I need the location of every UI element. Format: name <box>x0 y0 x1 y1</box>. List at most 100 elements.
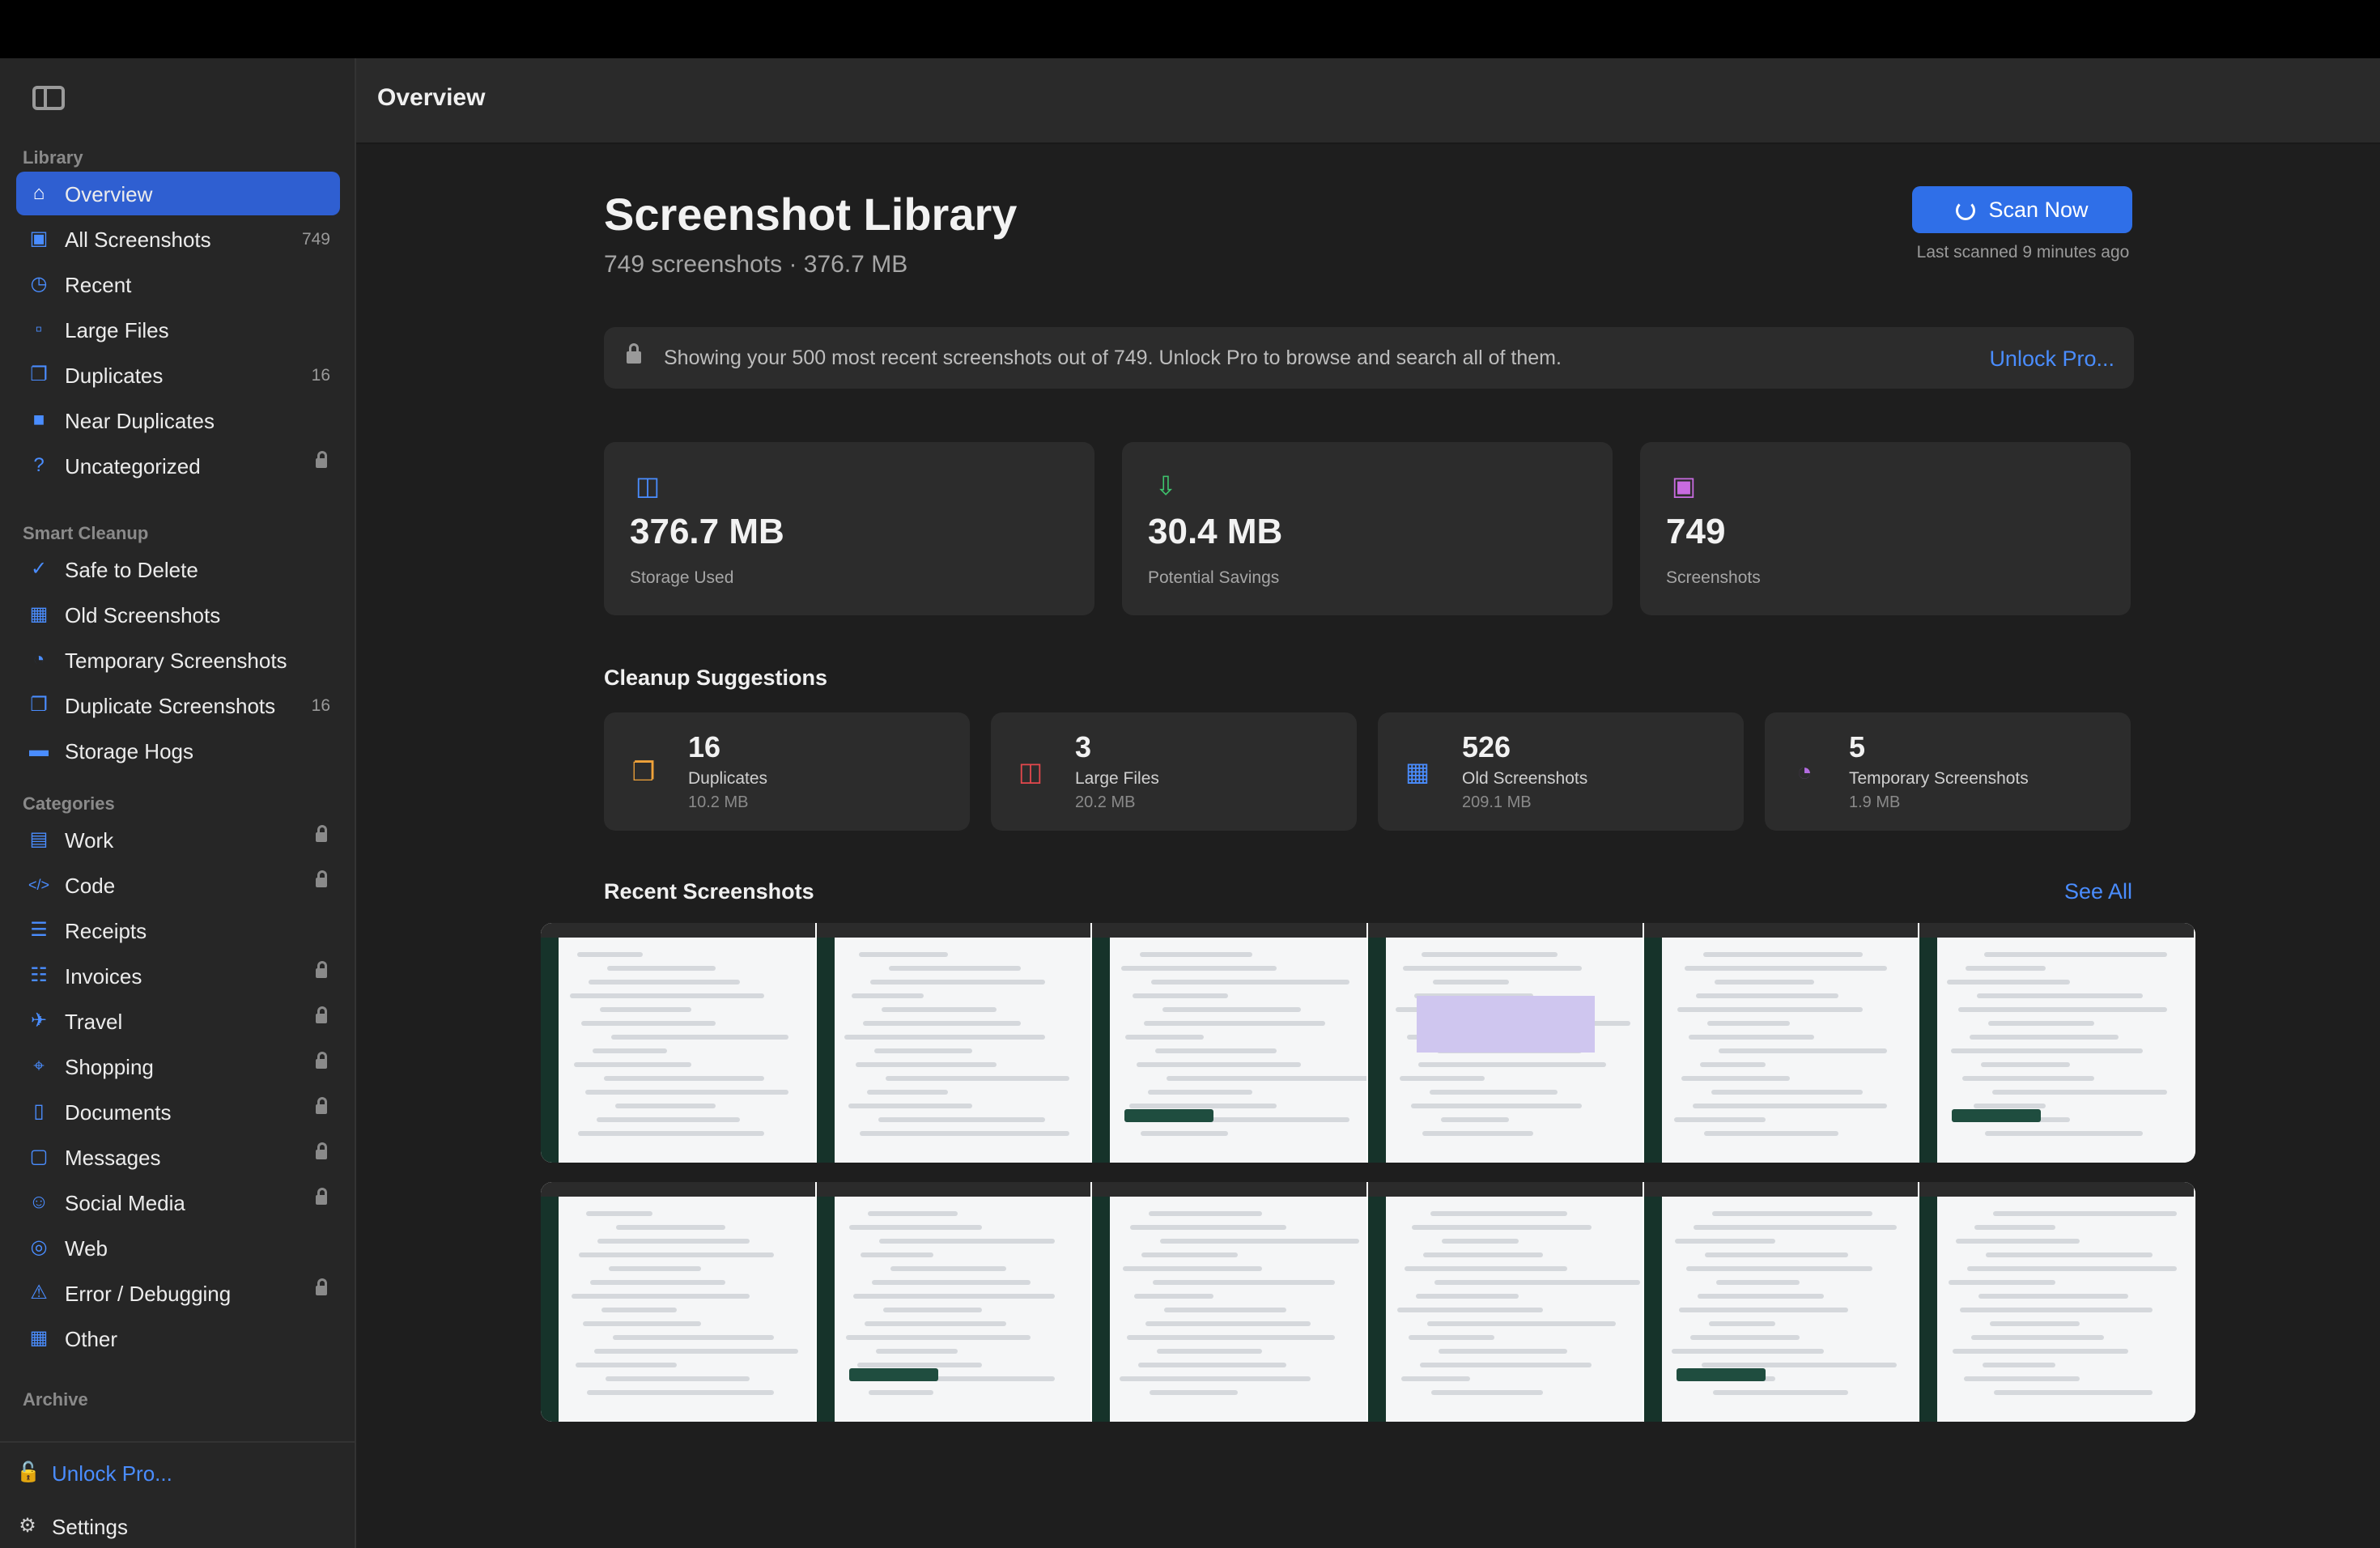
settings-link[interactable]: ⚙ Settings <box>16 1504 340 1545</box>
screenshot-thumbnail[interactable] <box>1368 923 1643 1163</box>
duplicate-icon: ❐ <box>30 364 48 385</box>
screenshot-thumbnail[interactable] <box>1092 923 1366 1163</box>
lock-icon <box>627 343 641 364</box>
sidebar-item-web[interactable]: ◎ Web <box>16 1226 340 1269</box>
duplicate-icon: ❐ <box>631 757 656 786</box>
screenshot-thumbnail[interactable] <box>541 1182 815 1422</box>
sidebar-item-uncategorized[interactable]: ? Uncategorized <box>16 444 340 487</box>
lock-icon <box>316 825 327 842</box>
sidebar-divider <box>0 1441 356 1443</box>
stat-label: Potential Savings <box>1148 568 1280 587</box>
sidebar-item-label: Documents <box>65 1100 172 1125</box>
suggestion-size: 209.1 MB <box>1462 793 1532 811</box>
sidebar-item-work[interactable]: ▤ Work <box>16 818 340 861</box>
main-header: Overview <box>356 58 2380 144</box>
stat-card-screenshots: ▣ 749 Screenshots <box>1640 442 2131 615</box>
sidebar-toggle-icon[interactable] <box>32 86 65 110</box>
sidebar-item-shopping[interactable]: ⌖ Shopping <box>16 1044 340 1088</box>
receipt-icon: ☰ <box>30 919 48 941</box>
disk-icon: ▬ <box>29 739 49 761</box>
library-title: Screenshot Library <box>604 189 1018 240</box>
sidebar-item-invoices[interactable]: ☷ Invoices <box>16 954 340 997</box>
screenshot-thumbnail[interactable] <box>816 1182 1091 1422</box>
sidebar-item-all-screenshots[interactable]: ▣ All Screenshots 749 <box>16 217 340 261</box>
screenshot-thumbnail[interactable] <box>816 923 1091 1163</box>
warning-icon: ⚠ <box>30 1282 48 1303</box>
pro-banner: Showing your 500 most recent screenshots… <box>604 327 2134 389</box>
sidebar-item-old-screenshots[interactable]: ▦ Old Screenshots <box>16 593 340 636</box>
menu-bar <box>0 0 2380 58</box>
suggestion-label: Temporary Screenshots <box>1849 769 2029 788</box>
see-all-link[interactable]: See All <box>2064 879 2132 904</box>
suggestion-label: Duplicates <box>688 769 768 788</box>
sidebar-item-count: 749 <box>301 230 330 249</box>
page-title: Overview <box>377 84 486 111</box>
screenshot-thumbnail[interactable] <box>541 923 815 1163</box>
clock-icon: ◷ <box>30 273 48 295</box>
briefcase-icon: ▤ <box>29 828 49 850</box>
banner-unlock-link[interactable]: Unlock Pro... <box>1989 347 2114 372</box>
lock-icon <box>316 1142 327 1159</box>
section-label-categories: Categories <box>23 793 115 814</box>
sidebar-item-duplicates[interactable]: ❐ Duplicates 16 <box>16 353 340 397</box>
scan-now-button[interactable]: Scan Now <box>1912 186 2132 233</box>
sidebar-item-recent[interactable]: ◷ Recent <box>16 262 340 306</box>
lock-icon <box>316 1006 327 1023</box>
stat-value: 30.4 MB <box>1148 512 1283 551</box>
lock-icon <box>316 1188 327 1205</box>
sidebar-item-near-duplicates[interactable]: ■ Near Duplicates <box>16 398 340 442</box>
document-icon: ▯ <box>33 1100 45 1122</box>
sidebar-item-error-debugging[interactable]: ⚠ Error / Debugging <box>16 1271 340 1315</box>
screenshot-thumbnail[interactable] <box>1643 923 1919 1163</box>
sidebar-item-label: Safe to Delete <box>65 558 198 582</box>
unlock-pro-link[interactable]: 🔓 Unlock Pro... <box>16 1451 340 1491</box>
suggestion-size: 10.2 MB <box>688 793 749 811</box>
sidebar-item-label: Social Media <box>65 1191 185 1215</box>
suggestion-value: 526 <box>1462 730 1511 763</box>
sidebar-item-safe-to-delete[interactable]: ✓ Safe to Delete <box>16 547 340 591</box>
suggestion-temporary[interactable]: ◔ 5 Temporary Screenshots 1.9 MB <box>1765 712 2131 831</box>
sidebar-item-label: Work <box>65 828 114 853</box>
recent-row <box>541 1182 2195 1422</box>
sidebar-item-storage-hogs[interactable]: ▬ Storage Hogs <box>16 729 340 772</box>
sidebar-item-count: 16 <box>311 696 330 715</box>
people-icon: ☺ <box>28 1191 49 1213</box>
lock-icon <box>316 451 327 468</box>
sidebar-item-label: Duplicate Screenshots <box>65 694 276 718</box>
screenshot-thumbnail[interactable] <box>1643 1182 1919 1422</box>
suggestion-large-files[interactable]: ◫ 3 Large Files 20.2 MB <box>991 712 1357 831</box>
sidebar-item-receipts[interactable]: ☰ Receipts <box>16 908 340 952</box>
sidebar-item-label: Receipts <box>65 919 147 943</box>
sidebar-item-large-files[interactable]: ▫ Large Files <box>16 308 340 351</box>
screenshot-thumbnail[interactable] <box>1919 1182 2194 1422</box>
sidebar-item-duplicate-screenshots[interactable]: ❐ Duplicate Screenshots 16 <box>16 683 340 727</box>
sidebar-item-code[interactable]: </> Code <box>16 863 340 907</box>
timer-icon: ◔ <box>1796 757 1813 786</box>
sidebar-item-overview[interactable]: ⌂ Overview <box>16 172 340 215</box>
cart-icon: ⌖ <box>33 1055 45 1077</box>
lock-icon <box>316 961 327 978</box>
sidebar-item-other[interactable]: ▦ Other <box>16 1316 340 1360</box>
sidebar-item-temporary-screenshots[interactable]: ◔ Temporary Screenshots <box>16 638 340 682</box>
suggestion-value: 5 <box>1849 730 1866 763</box>
screenshot-thumbnail[interactable] <box>1919 923 2194 1163</box>
sidebar-item-label: Large Files <box>65 318 169 342</box>
suggestion-old-screenshots[interactable]: ▦ 526 Old Screenshots 209.1 MB <box>1378 712 1744 831</box>
sidebar-item-label: Temporary Screenshots <box>65 649 287 673</box>
sidebar-item-messages[interactable]: ▢ Messages <box>16 1135 340 1179</box>
gear-icon: ⚙ <box>19 1515 36 1537</box>
question-icon: ? <box>33 454 45 476</box>
drive-icon: ◫ <box>635 471 661 500</box>
screenshot-thumbnail[interactable] <box>1092 1182 1366 1422</box>
sidebar-item-documents[interactable]: ▯ Documents <box>16 1090 340 1133</box>
suggestion-duplicates[interactable]: ❐ 16 Duplicates 10.2 MB <box>604 712 970 831</box>
sidebar-item-travel[interactable]: ✈ Travel <box>16 999 340 1043</box>
sidebar-item-label: Error / Debugging <box>65 1282 232 1306</box>
sidebar-item-social-media[interactable]: ☺ Social Media <box>16 1180 340 1224</box>
screenshot-thumbnail[interactable] <box>1368 1182 1643 1422</box>
sidebar-item-label: Overview <box>65 182 153 206</box>
near-duplicate-icon: ■ <box>32 409 45 431</box>
settings-label: Settings <box>52 1515 128 1539</box>
cleanup-title: Cleanup Suggestions <box>604 666 828 690</box>
sidebar-item-label: Duplicates <box>65 364 164 388</box>
